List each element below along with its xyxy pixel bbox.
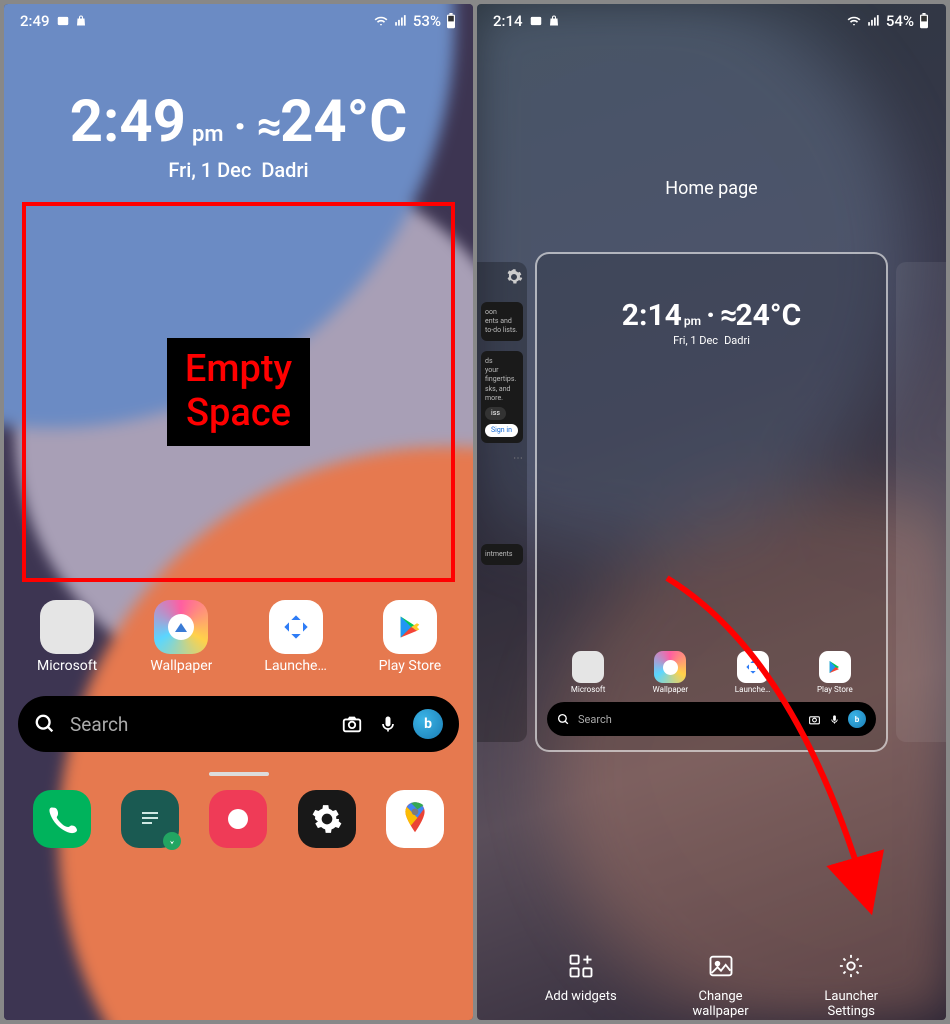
app-launcher[interactable]: Launche…: [251, 600, 341, 674]
next-page-preview[interactable]: [896, 262, 946, 742]
pages-carousel[interactable]: oon ents and to-do lists. ds your finger…: [477, 247, 946, 757]
mic-icon[interactable]: [377, 713, 399, 735]
empty-space-annotation[interactable]: Empty Space: [22, 202, 455, 582]
wifi-icon: [846, 14, 862, 28]
app-wallpaper: Wallpaper: [640, 651, 700, 694]
search-bar[interactable]: Search b: [18, 696, 459, 752]
app-row: Microsoft Wallpaper Launche… Play Store: [10, 600, 467, 674]
app-play-store[interactable]: Play Store: [365, 600, 455, 674]
home-indicator[interactable]: [209, 772, 269, 776]
image-icon: [529, 14, 543, 28]
launcher-icon: [269, 600, 323, 654]
change-wallpaper-button[interactable]: Change wallpaper: [692, 951, 748, 1020]
empty-space-label: Empty Space: [167, 338, 310, 445]
app-microsoft-folder: Microsoft: [558, 651, 618, 694]
sign-in-button[interactable]: Sign in: [485, 424, 518, 437]
camera-icon[interactable]: [341, 713, 363, 735]
gear-icon[interactable]: [505, 268, 523, 286]
play-store-icon: [383, 600, 437, 654]
dock-settings[interactable]: [298, 790, 356, 848]
search-icon: [557, 713, 570, 726]
bag-icon: [76, 14, 88, 28]
page-title: Home page: [477, 178, 946, 199]
widgets-icon: [566, 951, 596, 981]
app-wallpaper[interactable]: Wallpaper: [136, 600, 226, 674]
clock-date: Fri, 1 Dec: [168, 158, 251, 182]
fog-icon: ≈: [257, 100, 274, 152]
clock-time: 2:49: [70, 88, 186, 156]
bing-icon: b: [848, 710, 866, 728]
editor-actions: Add widgets Change wallpaper Launcher Se…: [477, 951, 946, 1020]
camera-icon: [808, 713, 821, 726]
dismiss-button[interactable]: iss: [485, 407, 506, 420]
clock-location: Dadri: [261, 158, 308, 182]
status-bar: 2:49 53%: [4, 4, 473, 38]
clock-ampm: pm: [192, 122, 224, 147]
battery-percent: 54%: [886, 12, 914, 30]
clock-weather-widget-preview: 2:14pm · ≈ 24°C Fri, 1 DecDadri: [547, 298, 876, 347]
app-label: Launche…: [264, 658, 326, 674]
preview-app-row: Microsoft Wallpaper Launche… Play Store: [547, 651, 876, 694]
dock-notes[interactable]: [121, 790, 179, 848]
folder-icon: [40, 600, 94, 654]
feed-page-preview[interactable]: oon ents and to-do lists. ds your finger…: [477, 262, 527, 742]
dock-phone[interactable]: [33, 790, 91, 848]
more-icon[interactable]: ⋯: [481, 453, 523, 464]
temperature: 24°C: [280, 88, 407, 156]
app-launcher: Launche…: [723, 651, 783, 694]
bing-icon[interactable]: b: [413, 709, 443, 739]
wallpaper-icon: [154, 600, 208, 654]
app-label: Microsoft: [37, 658, 97, 674]
dock-maps[interactable]: [386, 790, 444, 848]
search-placeholder: Search: [70, 713, 327, 736]
mic-icon: [829, 713, 840, 726]
signal-icon: [866, 14, 882, 28]
home-screen: 2:49 53% 2:49pm · ≈ 24°C Fri, 1 Dec Dadr…: [4, 4, 473, 1020]
image-icon: [56, 14, 70, 28]
signal-icon: [393, 14, 409, 28]
clock-weather-widget[interactable]: 2:49pm · ≈ 24°C Fri, 1 Dec Dadri: [4, 88, 473, 182]
bag-icon: [549, 14, 561, 28]
battery-icon: [445, 13, 457, 29]
feed-card: oon ents and to-do lists.: [481, 302, 523, 341]
launcher-edit-screen: 2:14 54% Home page oon ents and to-do li…: [477, 4, 946, 1020]
add-widgets-button[interactable]: Add widgets: [545, 951, 617, 1020]
image-icon: [706, 951, 736, 981]
dock-camera[interactable]: [209, 790, 267, 848]
preview-search-bar: Search b: [547, 702, 876, 736]
gear-icon: [836, 951, 866, 981]
battery-icon: [918, 13, 930, 29]
app-play-store: Play Store: [805, 651, 865, 694]
status-time: 2:49: [20, 12, 50, 30]
search-icon: [34, 713, 56, 735]
battery-percent: 53%: [413, 12, 441, 30]
home-page-preview[interactable]: 2:14pm · ≈ 24°C Fri, 1 DecDadri Microsof…: [535, 252, 888, 752]
status-time: 2:14: [493, 12, 523, 30]
separator-dot: ·: [233, 100, 246, 152]
dock: [4, 790, 473, 848]
app-microsoft-folder[interactable]: Microsoft: [22, 600, 112, 674]
app-label: Wallpaper: [150, 658, 212, 674]
status-bar: 2:14 54%: [477, 4, 946, 38]
feed-card: intments: [481, 544, 523, 565]
launcher-settings-button[interactable]: Launcher Settings: [824, 951, 878, 1020]
wifi-icon: [373, 14, 389, 28]
feed-card: ds your fingertips. sks, and more. issSi…: [481, 351, 523, 443]
app-label: Play Store: [379, 658, 442, 674]
